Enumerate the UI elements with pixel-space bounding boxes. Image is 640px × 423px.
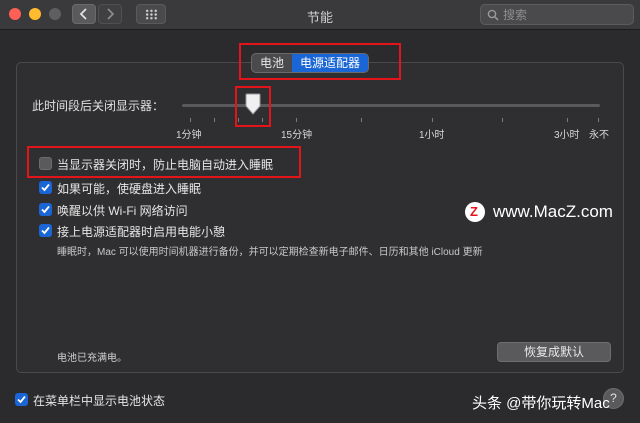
checkmark-icon [17,395,26,404]
slider-tick [598,118,599,122]
checkmark-icon [41,226,50,235]
slider-tick [502,118,503,122]
tick-label-never: 永不 [589,130,609,141]
tick-label-15min: 15分钟 [281,130,313,141]
tick-label-1min: 1分钟 [176,130,202,141]
disk-sleep-checkbox[interactable] [39,181,52,194]
display-sleep-slider-thumb[interactable] [245,93,261,115]
power-nap-checkbox[interactable] [39,224,52,237]
prevent-sleep-checkbox[interactable] [39,157,52,170]
title-bar: 节能 [0,0,640,30]
display-sleep-label: 此时间段后关闭显示器： [32,99,165,113]
macz-watermark-text: www.MacZ.com [493,202,613,221]
restore-defaults-button[interactable]: 恢复成默认 [497,342,611,362]
tick-label-3hours: 3小时 [554,130,580,141]
slider-tick [190,118,191,122]
power-nap-label: 接上电源适配器时启用电能小憩 [57,225,226,239]
search-field[interactable] [480,4,634,25]
prevent-sleep-label: 当显示器关闭时，防止电脑自动进入睡眠 [57,158,274,172]
search-icon [487,9,499,21]
disk-sleep-label: 如果可能，使硬盘进入睡眠 [57,182,202,196]
search-input[interactable] [503,6,628,23]
tab-power-adapter[interactable]: 电源适配器 [292,54,369,72]
battery-status: 电池已充满电。 [57,353,127,364]
menubar-battery-checkbox[interactable] [15,393,28,406]
checkmark-icon [41,205,50,214]
macz-watermark: Z www.MacZ.com [465,201,613,223]
tick-label-1hour: 1小时 [419,130,445,141]
macz-logo-icon: Z [465,202,485,222]
slider-tick [567,118,568,122]
tab-battery[interactable]: 电池 [252,54,292,72]
slider-tick [361,118,362,122]
checkmark-icon [41,183,50,192]
tab-control: 电池 电源适配器 [251,53,370,73]
toutiao-watermark: 头条 @带你玩转Mac [472,395,610,412]
slider-tick [214,118,215,122]
menubar-battery-label: 在菜单栏中显示电池状态 [33,394,166,408]
slider-tick [432,118,433,122]
slider-tick [296,118,297,122]
power-nap-description: 睡眠时，Mac 可以使用时间机器进行备份，并可以定期检查新电子邮件、日历和其他 … [57,247,483,258]
wifi-wake-checkbox[interactable] [39,203,52,216]
wifi-wake-label: 唤醒以供 Wi-Fi 网络访问 [57,204,188,218]
